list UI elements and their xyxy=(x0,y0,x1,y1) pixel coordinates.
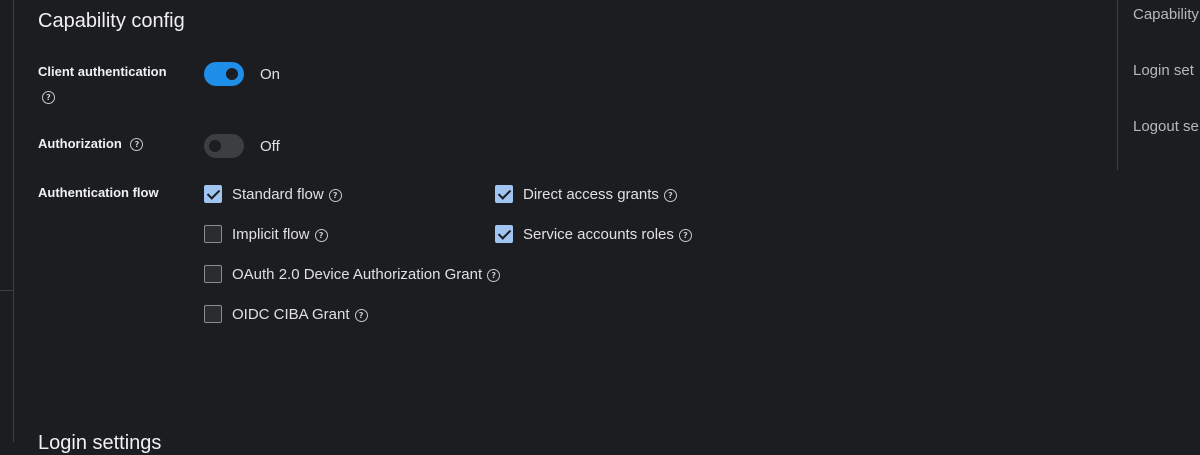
jump-link-capability[interactable]: Capability xyxy=(1133,6,1199,23)
implicit-flow-checkbox[interactable] xyxy=(204,225,222,243)
toggle-knob xyxy=(226,68,238,80)
direct-access-grants-option: Direct access grants ? xyxy=(495,185,677,203)
question-circle-icon[interactable]: ? xyxy=(487,268,501,282)
oidc-ciba-grant-option: OIDC CIBA Grant ? xyxy=(204,305,368,323)
direct-access-grants-label: Direct access grants xyxy=(523,185,659,203)
authorization-label-text: Authorization xyxy=(38,136,122,151)
left-divider-tick xyxy=(0,290,13,291)
standard-flow-checkbox[interactable] xyxy=(204,185,222,203)
authorization-toggle[interactable] xyxy=(204,134,244,158)
device-authorization-grant-option: OAuth 2.0 Device Authorization Grant ? xyxy=(204,265,501,283)
implicit-flow-label: Implicit flow xyxy=(232,225,310,243)
section-title: Capability config xyxy=(38,10,185,32)
client-authentication-state: On xyxy=(260,65,281,83)
service-accounts-roles-checkbox[interactable] xyxy=(495,225,513,243)
login-settings-title: Login settings xyxy=(38,432,162,454)
authorization-label: Authorization ? xyxy=(38,136,144,152)
authentication-flow-label: Authentication flow xyxy=(38,185,159,200)
client-authentication-switch-row: On xyxy=(204,62,280,86)
jump-link-login-settings[interactable]: Login set xyxy=(1133,62,1194,79)
question-circle-icon[interactable]: ? xyxy=(663,188,677,202)
standard-flow-option: Standard flow ? xyxy=(204,185,342,203)
service-accounts-roles-label: Service accounts roles xyxy=(523,225,674,243)
left-divider xyxy=(13,0,14,442)
oidc-ciba-grant-label: OIDC CIBA Grant xyxy=(232,305,350,323)
direct-access-grants-checkbox[interactable] xyxy=(495,185,513,203)
service-accounts-roles-option: Service accounts roles ? xyxy=(495,225,692,243)
implicit-flow-option: Implicit flow ? xyxy=(204,225,328,243)
question-circle-icon[interactable]: ? xyxy=(42,91,55,104)
question-circle-icon[interactable]: ? xyxy=(678,228,692,242)
jump-link-logout-settings[interactable]: Logout se xyxy=(1133,118,1199,135)
standard-flow-label: Standard flow xyxy=(232,185,324,203)
capability-config-section: Capability config Client authentication … xyxy=(38,0,1110,454)
question-circle-icon[interactable]: ? xyxy=(130,138,144,152)
question-circle-icon[interactable]: ? xyxy=(354,308,368,322)
authorization-state: Off xyxy=(260,137,280,155)
question-circle-icon[interactable]: ? xyxy=(314,228,328,242)
client-authentication-toggle[interactable] xyxy=(204,62,244,86)
device-authorization-grant-label: OAuth 2.0 Device Authorization Grant xyxy=(232,265,483,283)
client-authentication-label: Client authentication xyxy=(38,64,167,80)
jump-links-divider xyxy=(1117,0,1118,170)
device-authorization-grant-checkbox[interactable] xyxy=(204,265,222,283)
question-circle-icon[interactable]: ? xyxy=(328,188,342,202)
authorization-switch-row: Off xyxy=(204,134,280,158)
client-authentication-label-text: Client authentication xyxy=(38,64,167,79)
toggle-knob xyxy=(209,140,221,152)
oidc-ciba-grant-checkbox[interactable] xyxy=(204,305,222,323)
